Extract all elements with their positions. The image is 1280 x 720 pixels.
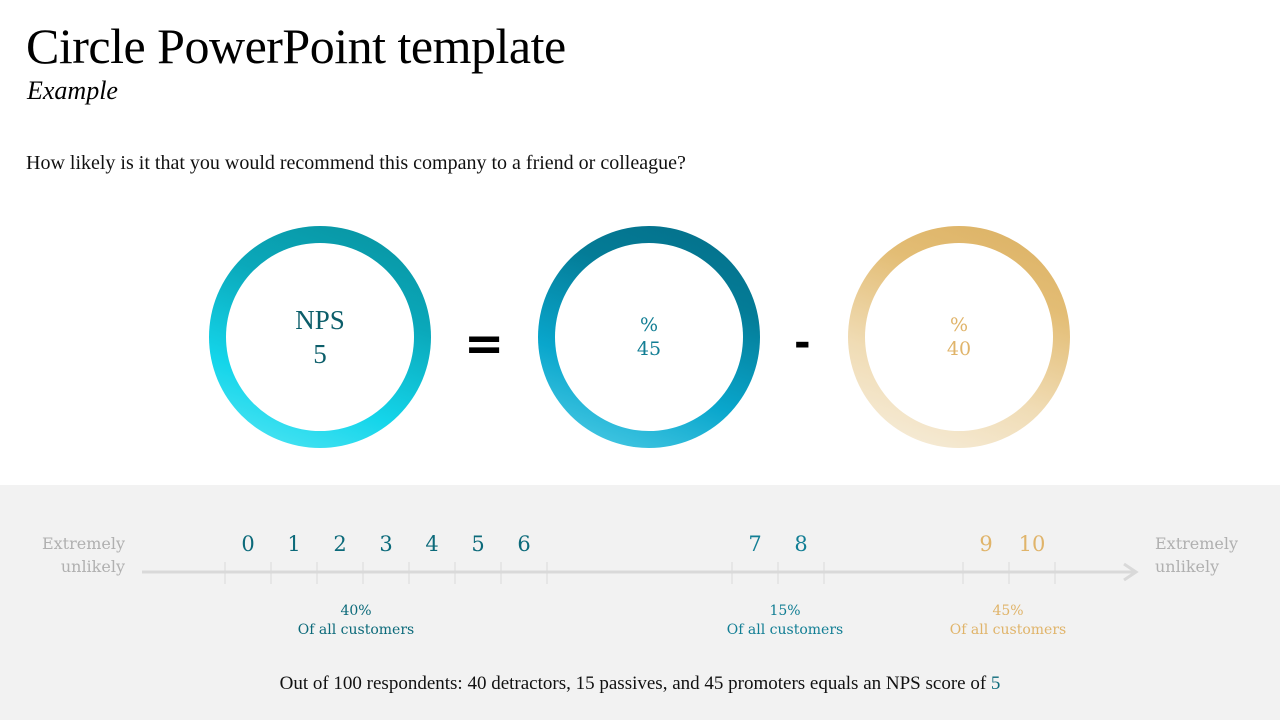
scale-number-6: 6: [517, 532, 531, 556]
nps-value: 5: [313, 339, 327, 369]
promoters-circle: % 45: [538, 226, 760, 448]
promoters-share-percent: 45%: [992, 603, 1024, 619]
scale-number-0: 0: [241, 532, 255, 556]
promoters-percent-symbol: %: [639, 314, 659, 336]
scale-number-5: 5: [471, 532, 485, 556]
scale-number-1: 1: [287, 532, 301, 556]
detractors-percent-symbol: %: [949, 314, 969, 336]
summary-sentence: Out of 100 respondents: 40 detractors, 1…: [279, 673, 991, 694]
equals-sign: =: [464, 316, 505, 372]
scale-number-4: 4: [425, 532, 439, 556]
promoters-share: 45% Of all customers: [928, 602, 1088, 640]
scale-number-8: 8: [794, 532, 808, 556]
passives-share: 15% Of all customers: [705, 602, 865, 640]
nps-circle: NPS 5: [209, 226, 431, 448]
passives-share-percent: 15%: [769, 603, 801, 619]
scale-number-2: 2: [333, 532, 347, 556]
detractors-share-caption: Of all customers: [297, 622, 415, 638]
detractors-share: 40% Of all customers: [276, 602, 436, 640]
scale-number-10: 10: [1018, 532, 1046, 556]
scale-number-7: 7: [748, 532, 762, 556]
nps-label: NPS: [295, 305, 345, 335]
survey-question: How likely is it that you would recommen…: [26, 152, 686, 174]
detractors-circle: % 40: [848, 226, 1070, 448]
scale-number-3: 3: [379, 532, 393, 556]
summary-text: Out of 100 respondents: 40 detractors, 1…: [0, 673, 1280, 695]
detractors-value: 40: [946, 338, 972, 360]
minus-sign: -: [794, 320, 811, 366]
promoters-share-caption: Of all customers: [949, 622, 1067, 638]
promoters-value: 45: [636, 338, 662, 360]
scale-number-9: 9: [979, 532, 993, 556]
passives-share-caption: Of all customers: [726, 622, 844, 638]
scale-right-label-line: Extremely: [1155, 534, 1239, 553]
page-title: Circle PowerPoint template: [26, 18, 566, 74]
summary-score: 5: [990, 673, 1001, 694]
detractors-share-percent: 40%: [340, 603, 372, 619]
scale-axis: [142, 562, 1139, 584]
scale-left-label-line: Extremely: [41, 534, 125, 553]
page-subtitle: Example: [27, 76, 118, 105]
